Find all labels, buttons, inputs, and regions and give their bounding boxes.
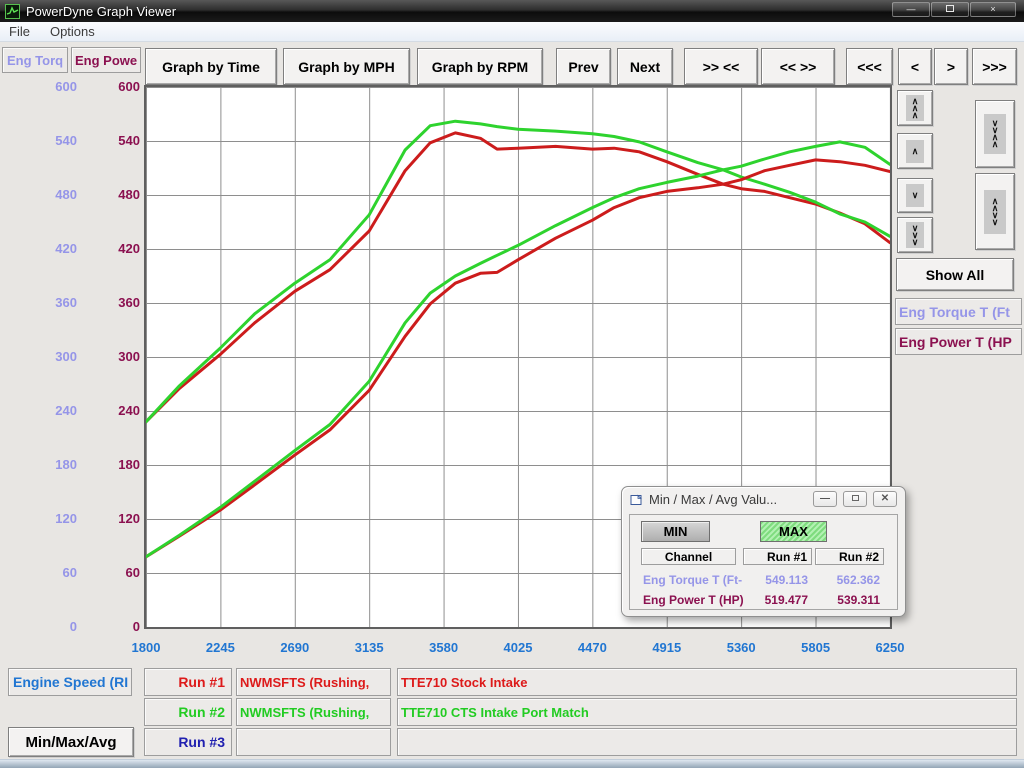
channel-column-header: Channel: [641, 548, 736, 565]
minmaxavg-button[interactable]: Min/Max/Avg: [8, 727, 134, 757]
rpm-x-tick-label: 4025: [488, 640, 548, 656]
next-button[interactable]: Next: [617, 48, 673, 85]
prev-button[interactable]: Prev: [556, 48, 611, 85]
torque-max-run2: 562.362: [815, 573, 880, 587]
run1-column-header: Run #1: [743, 548, 812, 565]
minmax-restore-icon: [852, 495, 859, 501]
rpm-x-tick-label: 5805: [786, 640, 846, 656]
power-y-tick-label: 540: [0, 133, 140, 149]
minmax-restore-button[interactable]: [843, 491, 867, 507]
run3-description: [397, 728, 1017, 756]
rpm-x-tick-label: 6250: [860, 640, 920, 656]
client-area: Eng Torq Eng Powe Graph by Time Graph by…: [0, 42, 1024, 768]
rpm-x-tick-label: 4915: [637, 640, 697, 656]
app-icon: [5, 4, 20, 19]
window-bottom-border: [0, 759, 1024, 768]
run3-file: [236, 728, 391, 756]
graph-by-mph-button[interactable]: Graph by MPH: [283, 48, 410, 85]
scroll-left-button[interactable]: <: [898, 48, 932, 85]
title-bar: PowerDyne Graph Viewer — ×: [0, 0, 1024, 22]
rpm-x-tick-label: 5360: [711, 640, 771, 656]
rpm-x-tick-label: 2690: [265, 640, 325, 656]
power-y-tick-label: 480: [0, 187, 140, 203]
show-all-button[interactable]: Show All: [896, 258, 1014, 291]
power-y-tick-label: 120: [0, 511, 140, 527]
rpm-x-tick-label: 1800: [116, 640, 176, 656]
run2-label: Run #2: [144, 698, 232, 726]
power-row-channel: Eng Power T (HP): [643, 593, 753, 607]
expand-y-button[interactable]: ∧ ∧ ∨ ∨: [975, 173, 1015, 250]
power-y-axis: 600540480420360300240180120600: [0, 42, 140, 768]
menu-options[interactable]: Options: [50, 24, 95, 39]
app-window: PowerDyne Graph Viewer — × File Options …: [0, 0, 1024, 768]
run2-description: TTE710 CTS Intake Port Match: [397, 698, 1017, 726]
graph-by-rpm-button[interactable]: Graph by RPM: [417, 48, 543, 85]
torque-max-run1: 549.113: [743, 573, 808, 587]
power-max-run2: 539.311: [815, 593, 880, 607]
expand-chevrons-icon: ∧ ∧ ∨ ∨: [984, 190, 1007, 234]
power-y-tick-label: 60: [0, 565, 140, 581]
scroll-up-button[interactable]: ∧: [897, 133, 933, 169]
minmax-minimize-button[interactable]: —: [813, 491, 837, 507]
maximize-icon: [946, 5, 954, 12]
collapse-y-button[interactable]: ∨ ∨ ∧ ∧: [975, 100, 1015, 168]
max-button[interactable]: MAX: [760, 521, 827, 542]
power-max-run1: 519.477: [743, 593, 808, 607]
scroll-down-button[interactable]: ∨: [897, 178, 933, 213]
run3-label: Run #3: [144, 728, 232, 756]
curve-torque-run1: [146, 133, 890, 422]
run2-file: NWMSFTS (Rushing,: [236, 698, 391, 726]
minmax-title-bar[interactable]: Min / Max / Avg Valu... — ✕: [622, 487, 905, 512]
power-y-tick-label: 420: [0, 241, 140, 257]
scroll-right-button[interactable]: >: [934, 48, 968, 85]
run1-description: TTE710 Stock Intake: [397, 668, 1017, 696]
run1-file: NWMSFTS (Rushing,: [236, 668, 391, 696]
close-button[interactable]: ×: [970, 2, 1016, 17]
chevron-down-icon: ∨: [906, 184, 925, 207]
power-y-tick-label: 0: [0, 619, 140, 635]
minmax-panel: MIN MAX Channel Run #1 Run #2 Eng Torque…: [629, 514, 898, 610]
rpm-x-tick-label: 2245: [190, 640, 250, 656]
power-channel-label[interactable]: Eng Power T (HP: [895, 328, 1022, 355]
power-y-tick-label: 360: [0, 295, 140, 311]
minmax-window: Min / Max / Avg Valu... — ✕ MIN MAX Chan…: [621, 486, 906, 617]
triple-chevron-up-icon: ∧ ∧ ∧: [906, 95, 925, 121]
window-title: PowerDyne Graph Viewer: [26, 4, 176, 19]
run2-column-header: Run #2: [815, 548, 884, 565]
power-y-tick-label: 300: [0, 349, 140, 365]
minmax-window-icon: [630, 494, 643, 506]
chevron-up-icon: ∧: [906, 140, 925, 163]
power-y-tick-label: 240: [0, 403, 140, 419]
graph-by-time-button[interactable]: Graph by Time: [145, 48, 277, 85]
rpm-x-tick-label: 3580: [414, 640, 474, 656]
zoom-in-x-button[interactable]: >> <<: [684, 48, 758, 85]
power-y-tick-label: 180: [0, 457, 140, 473]
minmax-close-button[interactable]: ✕: [873, 491, 897, 507]
minimize-button[interactable]: —: [892, 2, 930, 17]
triple-chevron-down-icon: ∨ ∨ ∨: [906, 222, 925, 248]
menu-file[interactable]: File: [9, 24, 30, 39]
scroll-down-fast-button[interactable]: ∨ ∨ ∨: [897, 217, 933, 253]
min-button[interactable]: MIN: [641, 521, 710, 542]
menu-bar: File Options: [0, 22, 1024, 42]
collapse-chevrons-icon: ∨ ∨ ∧ ∧: [984, 114, 1007, 154]
scroll-left-fast-button[interactable]: <<<: [846, 48, 893, 85]
maximize-button[interactable]: [931, 2, 969, 17]
scroll-right-fast-button[interactable]: >>>: [972, 48, 1017, 85]
x-axis-channel-label[interactable]: Engine Speed (RI: [8, 668, 132, 696]
torque-channel-label[interactable]: Eng Torque T (Ft: [895, 298, 1022, 325]
rpm-x-tick-label: 3135: [339, 640, 399, 656]
minmax-window-title: Min / Max / Avg Valu...: [649, 492, 777, 507]
torque-row-channel: Eng Torque T (Ft-: [643, 573, 753, 587]
rpm-x-tick-label: 4470: [562, 640, 622, 656]
run1-label: Run #1: [144, 668, 232, 696]
zoom-out-x-button[interactable]: << >>: [761, 48, 835, 85]
scroll-up-fast-button[interactable]: ∧ ∧ ∧: [897, 90, 933, 126]
power-y-tick-label: 600: [0, 79, 140, 95]
